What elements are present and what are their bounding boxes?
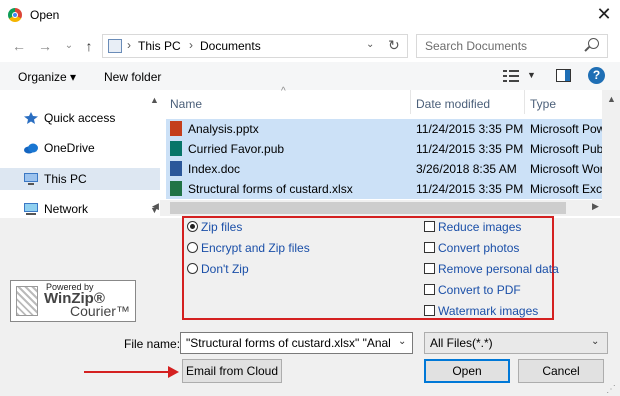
file-name-label: File name: bbox=[124, 337, 181, 351]
remove-personal-data-checkbox[interactable] bbox=[424, 263, 435, 274]
open-button[interactable]: Open bbox=[424, 359, 510, 383]
file-date: 11/24/2015 3:35 PM bbox=[416, 142, 524, 156]
zip-files-label[interactable]: Zip files bbox=[201, 220, 242, 234]
file-name: Structural forms of custard.xlsx bbox=[188, 182, 353, 196]
file-date: 11/24/2015 3:35 PM bbox=[416, 122, 524, 136]
star-icon bbox=[24, 112, 38, 124]
remove-personal-data-label[interactable]: Remove personal data bbox=[438, 262, 559, 276]
new-folder-button[interactable]: New folder bbox=[104, 70, 161, 84]
file-type-value[interactable]: All Files(*.*) bbox=[430, 336, 493, 350]
up-button[interactable]: ↑ bbox=[80, 38, 98, 54]
column-divider[interactable] bbox=[410, 90, 411, 114]
cancel-button[interactable]: Cancel bbox=[518, 359, 604, 383]
winzip-logo-mark-icon bbox=[16, 286, 38, 316]
breadcrumb-separator: › bbox=[189, 38, 193, 52]
scroll-left-icon[interactable]: ◀ bbox=[152, 201, 159, 212]
sort-ascending-icon: ^ bbox=[281, 86, 286, 97]
publisher-icon bbox=[170, 141, 182, 156]
sidebar-item-label: Network bbox=[44, 202, 89, 216]
sidebar-item-onedrive[interactable]: OneDrive bbox=[0, 137, 160, 159]
search-input[interactable]: Search Documents bbox=[425, 39, 527, 53]
dont-zip-label[interactable]: Don't Zip bbox=[201, 262, 249, 276]
organize-button[interactable]: Organize ▾ bbox=[18, 70, 76, 84]
file-type: Microsoft Pow bbox=[530, 122, 605, 136]
column-divider[interactable] bbox=[524, 90, 525, 114]
breadcrumb-documents[interactable]: Documents bbox=[200, 39, 261, 53]
breadcrumb-this-pc[interactable]: This PC bbox=[138, 39, 181, 53]
annotation-arrow-icon bbox=[168, 366, 179, 378]
sidebar-item-network[interactable]: Network bbox=[0, 198, 160, 220]
refresh-icon[interactable]: ↻ bbox=[388, 37, 400, 54]
sidebar-item-this-pc[interactable]: This PC bbox=[0, 168, 160, 190]
email-from-cloud-button[interactable]: Email from Cloud bbox=[182, 359, 282, 383]
search-icon bbox=[588, 38, 599, 49]
scroll-up-icon[interactable]: ▲ bbox=[607, 94, 616, 104]
file-date: 3/26/2018 8:35 AM bbox=[416, 162, 517, 176]
file-name-dropdown-icon[interactable]: ⌄ bbox=[398, 336, 406, 347]
view-dropdown-icon[interactable]: ▼ bbox=[527, 70, 536, 80]
watermark-images-label[interactable]: Watermark images bbox=[438, 304, 538, 318]
file-row[interactable]: Analysis.pptx 11/24/2015 3:35 PM Microso… bbox=[166, 119, 605, 139]
view-options-icon[interactable] bbox=[503, 70, 519, 82]
cloud-icon bbox=[24, 143, 38, 154]
annotation-arrow-shaft bbox=[84, 371, 170, 373]
convert-to-pdf-checkbox[interactable] bbox=[424, 284, 435, 295]
sidebar-item-label: OneDrive bbox=[44, 141, 95, 155]
file-name-value[interactable]: "Structural forms of custard.xlsx" "Anal… bbox=[186, 336, 391, 350]
reduce-images-label[interactable]: Reduce images bbox=[438, 220, 521, 234]
chrome-icon bbox=[8, 8, 22, 22]
encrypt-zip-label[interactable]: Encrypt and Zip files bbox=[201, 241, 310, 255]
file-type-dropdown-icon[interactable]: ⌄ bbox=[591, 336, 599, 347]
scroll-up-icon[interactable]: ▲ bbox=[150, 95, 159, 105]
computer-icon bbox=[24, 173, 38, 185]
close-button[interactable]: ✕ bbox=[592, 3, 616, 27]
convert-photos-label[interactable]: Convert photos bbox=[438, 241, 519, 255]
column-header-date[interactable]: Date modified bbox=[416, 97, 490, 111]
sidebar-item-label: This PC bbox=[44, 172, 87, 186]
resize-grip-icon[interactable]: ⋰ bbox=[606, 384, 616, 395]
horizontal-scroll-thumb[interactable] bbox=[170, 202, 566, 214]
excel-icon bbox=[170, 181, 182, 196]
file-row[interactable]: Curried Favor.pub 11/24/2015 3:35 PM Mic… bbox=[166, 139, 605, 159]
column-header-type[interactable]: Type bbox=[530, 97, 556, 111]
file-date: 11/24/2015 3:35 PM bbox=[416, 182, 524, 196]
convert-photos-checkbox[interactable] bbox=[424, 242, 435, 253]
forward-button[interactable]: → bbox=[36, 38, 54, 54]
file-name: Index.doc bbox=[188, 162, 241, 176]
this-pc-icon bbox=[108, 39, 122, 53]
file-row[interactable]: Structural forms of custard.xlsx 11/24/2… bbox=[166, 179, 605, 199]
network-icon bbox=[24, 203, 38, 215]
help-icon[interactable]: ? bbox=[588, 67, 605, 84]
scroll-right-icon[interactable]: ▶ bbox=[592, 201, 599, 212]
file-type: Microsoft Wor bbox=[530, 162, 604, 176]
address-dropdown-icon[interactable]: ⌄ bbox=[366, 39, 374, 50]
sidebar-item-quick-access[interactable]: Quick access bbox=[0, 107, 160, 129]
file-type: Microsoft Publ bbox=[530, 142, 605, 156]
file-name: Curried Favor.pub bbox=[188, 142, 285, 156]
convert-to-pdf-label[interactable]: Convert to PDF bbox=[438, 283, 521, 297]
back-button[interactable]: ← bbox=[10, 38, 28, 54]
recent-locations-button[interactable]: ⌄ bbox=[60, 38, 78, 54]
word-icon bbox=[170, 161, 182, 176]
preview-pane-icon[interactable] bbox=[556, 69, 571, 82]
dont-zip-radio[interactable] bbox=[187, 263, 198, 274]
zip-files-radio[interactable] bbox=[187, 221, 198, 232]
file-row[interactable]: Index.doc 3/26/2018 8:35 AM Microsoft Wo… bbox=[166, 159, 605, 179]
encrypt-zip-radio[interactable] bbox=[187, 242, 198, 253]
window-title: Open bbox=[30, 8, 60, 22]
file-type: Microsoft Exce bbox=[530, 182, 605, 196]
file-name: Analysis.pptx bbox=[188, 122, 259, 136]
file-list-vertical-scrollbar[interactable]: ▲ bbox=[602, 90, 620, 200]
column-header-name[interactable]: Name bbox=[170, 97, 202, 111]
powerpoint-icon bbox=[170, 121, 182, 136]
sidebar-item-label: Quick access bbox=[44, 111, 116, 125]
watermark-images-checkbox[interactable] bbox=[424, 305, 435, 316]
logo-courier-text: Courier™ bbox=[70, 303, 130, 319]
breadcrumb-separator: › bbox=[127, 38, 131, 52]
navigation-scrollbar[interactable]: ▲ ▼ bbox=[148, 95, 160, 218]
title-bar bbox=[0, 0, 620, 30]
reduce-images-checkbox[interactable] bbox=[424, 221, 435, 232]
